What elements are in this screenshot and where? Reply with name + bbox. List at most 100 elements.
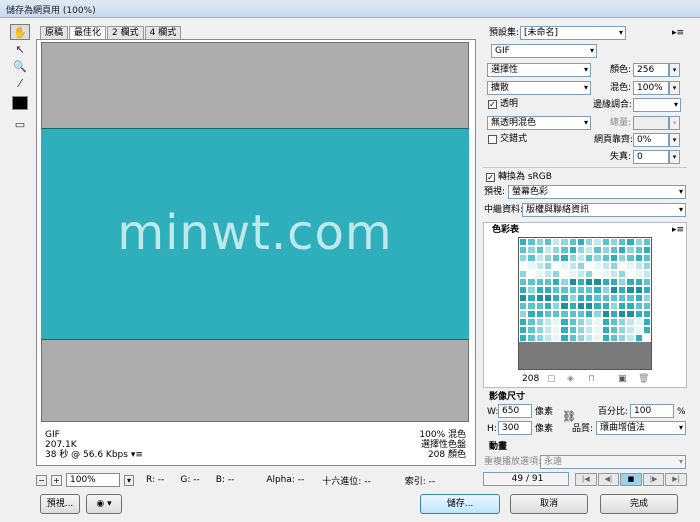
color-swatch[interactable] <box>535 302 544 310</box>
color-swatch[interactable] <box>609 286 618 294</box>
color-swatch[interactable] <box>642 238 651 246</box>
format-select[interactable]: GIF <box>491 44 597 58</box>
color-swatch[interactable] <box>618 270 627 278</box>
zoom-dropdown-icon[interactable]: ▾ <box>124 474 134 486</box>
color-swatch[interactable] <box>609 334 618 342</box>
color-swatch[interactable] <box>552 318 561 326</box>
color-swatch[interactable] <box>585 246 594 254</box>
colors-field[interactable]: 256 <box>633 63 669 77</box>
color-swatch[interactable] <box>552 246 561 254</box>
color-swatch[interactable] <box>601 278 610 286</box>
color-swatch[interactable] <box>519 254 528 262</box>
color-swatch[interactable] <box>626 278 635 286</box>
color-swatch[interactable] <box>560 246 569 254</box>
color-swatch[interactable] <box>634 246 643 254</box>
toggle-slices-icon[interactable]: ▭ <box>10 116 30 132</box>
color-swatch[interactable] <box>519 318 528 326</box>
color-swatch[interactable] <box>593 302 602 310</box>
zoom-level-select[interactable]: 100% <box>66 473 120 487</box>
color-swatch[interactable] <box>576 238 585 246</box>
next-frame-icon[interactable]: |▶ <box>642 473 665 486</box>
color-swatch[interactable] <box>576 254 585 262</box>
color-swatch[interactable] <box>552 326 561 334</box>
color-swatch[interactable] <box>535 246 544 254</box>
color-swatch[interactable] <box>568 302 577 310</box>
color-swatch[interactable] <box>642 246 651 254</box>
color-swatch[interactable] <box>618 238 627 246</box>
color-swatch[interactable] <box>568 270 577 278</box>
color-swatch[interactable] <box>609 302 618 310</box>
color-swatch[interactable] <box>543 246 552 254</box>
color-swatch[interactable] <box>585 334 594 342</box>
color-swatch[interactable] <box>543 270 552 278</box>
color-swatch[interactable] <box>618 302 627 310</box>
done-button[interactable]: 完成 <box>600 494 678 514</box>
color-table-menu-icon[interactable]: ▸≡ <box>672 224 684 236</box>
color-swatch[interactable] <box>552 294 561 302</box>
color-swatch[interactable] <box>552 262 561 270</box>
color-swatch[interactable] <box>527 254 536 262</box>
color-swatch[interactable] <box>618 254 627 262</box>
color-swatch[interactable] <box>609 278 618 286</box>
color-swatch[interactable] <box>593 286 602 294</box>
color-swatch[interactable] <box>527 270 536 278</box>
color-swatch[interactable] <box>568 310 577 318</box>
transparency-dither-select[interactable]: 無透明混色 <box>487 116 591 130</box>
color-swatch[interactable] <box>593 334 602 342</box>
color-swatch[interactable] <box>519 302 528 310</box>
color-swatch[interactable] <box>535 254 544 262</box>
color-swatch[interactable] <box>543 262 552 270</box>
color-swatch[interactable] <box>519 270 528 278</box>
color-swatch[interactable] <box>568 246 577 254</box>
color-swatch[interactable] <box>642 294 651 302</box>
color-swatch[interactable] <box>527 334 536 342</box>
interlaced-checkbox[interactable] <box>488 135 497 144</box>
color-swatch[interactable] <box>593 318 602 326</box>
color-swatch[interactable] <box>618 334 627 342</box>
color-swatch[interactable] <box>576 262 585 270</box>
color-swatch[interactable] <box>543 286 552 294</box>
color-swatch[interactable] <box>535 262 544 270</box>
zoom-tool-icon[interactable]: 🔍 <box>10 58 30 74</box>
zoom-in-button[interactable]: + <box>51 474 62 486</box>
websnap-field[interactable]: 0% <box>633 133 669 147</box>
width-field[interactable]: 650 <box>498 404 532 418</box>
color-swatch[interactable] <box>543 318 552 326</box>
color-swatch[interactable] <box>560 318 569 326</box>
color-swatch[interactable] <box>535 294 544 302</box>
color-swatch[interactable] <box>593 310 602 318</box>
browser-preview-button[interactable]: ◉ ▾ <box>86 494 122 514</box>
last-frame-icon[interactable]: ▶| <box>665 473 687 486</box>
lossy-field[interactable]: 0 <box>633 150 669 164</box>
color-swatch[interactable] <box>543 302 552 310</box>
color-swatch[interactable] <box>618 326 627 334</box>
color-swatch[interactable] <box>543 254 552 262</box>
dither-dropdown-icon[interactable]: ▾ <box>669 81 680 95</box>
color-swatch[interactable] <box>634 302 643 310</box>
color-swatch[interactable] <box>527 278 536 286</box>
color-swatch[interactable] <box>634 270 643 278</box>
color-swatch[interactable] <box>634 254 643 262</box>
color-swatch[interactable] <box>535 318 544 326</box>
color-swatch[interactable] <box>552 254 561 262</box>
color-swatch[interactable] <box>593 262 602 270</box>
color-swatch[interactable] <box>585 302 594 310</box>
color-swatch[interactable] <box>568 262 577 270</box>
color-swatch[interactable] <box>593 270 602 278</box>
preset-select[interactable]: [未命名] <box>520 26 626 40</box>
constrain-link-icon[interactable]: ⛓ <box>562 411 576 423</box>
color-swatch[interactable] <box>527 246 536 254</box>
matte-select[interactable] <box>633 98 681 112</box>
color-swatch[interactable] <box>535 238 544 246</box>
color-swatch[interactable] <box>519 246 528 254</box>
color-swatch[interactable] <box>601 238 610 246</box>
preview-mode-select[interactable]: 螢幕色彩 <box>508 185 686 199</box>
tab-original[interactable]: 原稿 <box>40 26 69 39</box>
color-swatch[interactable] <box>552 310 561 318</box>
color-swatch[interactable] <box>601 286 610 294</box>
color-swatch[interactable] <box>626 302 635 310</box>
color-swatch[interactable] <box>585 270 594 278</box>
slice-select-tool-icon[interactable]: ↖ <box>10 41 30 57</box>
hand-tool-icon[interactable]: ✋ <box>10 24 30 40</box>
color-swatch[interactable] <box>609 254 618 262</box>
